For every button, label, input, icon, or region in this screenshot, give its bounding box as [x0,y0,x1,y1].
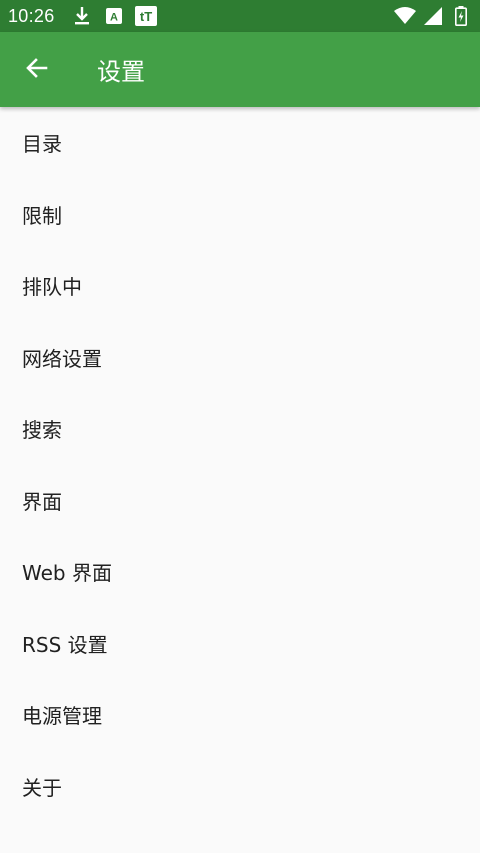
settings-item-label: 界面 [22,489,62,514]
status-right [394,5,472,27]
settings-item-limits[interactable]: 限制 [0,179,480,251]
status-left: 10:26 A tT [8,5,157,27]
settings-item-about[interactable]: 关于 [0,751,480,823]
settings-item-label: 网络设置 [22,346,102,371]
settings-list: 目录 限制 排队中 网络设置 搜索 界面 Web 界面 RSS 设置 电源管理 … [0,107,480,822]
settings-item-label: 关于 [22,775,62,800]
a-badge-icon: A [103,5,125,27]
download-icon [71,5,93,27]
a-badge-text: A [110,12,118,24]
signal-icon [422,5,444,27]
page-title: 设置 [97,58,145,86]
settings-item-network[interactable]: 网络设置 [0,322,480,394]
settings-item-label: 目录 [22,132,62,157]
wifi-icon [394,5,416,27]
settings-item-directories[interactable]: 目录 [0,107,480,179]
back-button[interactable] [0,32,74,107]
app-bar: 设置 [0,32,480,107]
settings-item-search[interactable]: 搜索 [0,393,480,465]
arrow-left-icon [25,56,49,84]
settings-item-label: Web 界面 [22,561,112,586]
settings-item-queueing[interactable]: 排队中 [0,250,480,322]
settings-item-interface[interactable]: 界面 [0,465,480,537]
settings-item-rss[interactable]: RSS 设置 [0,608,480,680]
settings-item-label: 电源管理 [22,704,102,729]
settings-item-label: 排队中 [22,275,82,300]
settings-item-web-interface[interactable]: Web 界面 [0,536,480,608]
settings-item-label: 搜索 [22,418,62,443]
transmission-icon: tT [134,5,157,27]
settings-item-power-management[interactable]: 电源管理 [0,679,480,751]
tt-badge-text: tT [139,9,151,24]
status-bar: 10:26 A tT [0,0,480,32]
battery-icon [450,5,472,27]
status-time: 10:26 [8,5,55,26]
settings-item-label: 限制 [22,203,62,228]
settings-item-label: RSS 设置 [22,632,108,657]
